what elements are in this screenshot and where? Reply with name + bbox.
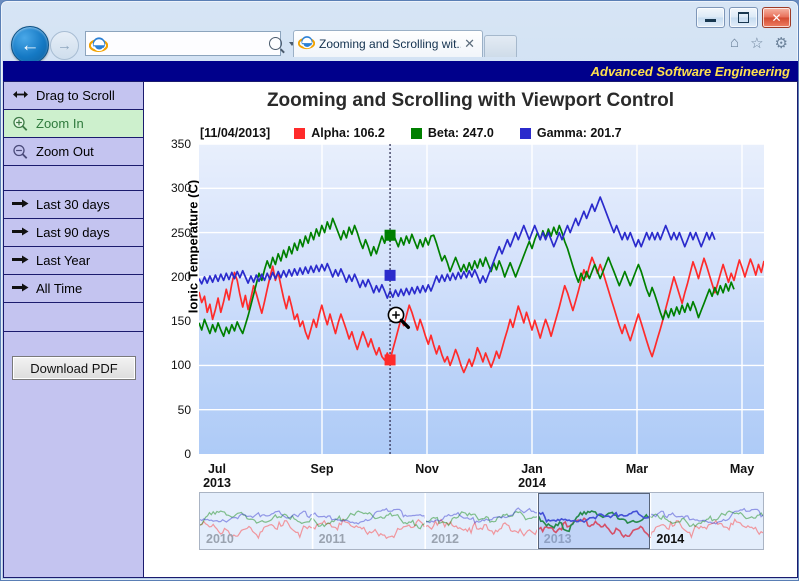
back-arrow-icon: ←: [20, 34, 40, 56]
x-axis-tick: Jan 2014: [518, 462, 546, 490]
arrow-right-icon: [12, 225, 29, 240]
legend-item-gamma: Gamma: 201.7: [519, 126, 622, 140]
download-section: Download PDF: [4, 332, 143, 380]
x-axis-tick: May: [729, 462, 755, 476]
sidebar-divider: [4, 166, 143, 191]
arrow-right-icon: [12, 197, 29, 212]
sidebar-item-label: Zoom In: [36, 116, 84, 131]
address-bar[interactable]: ↻: [85, 31, 314, 56]
sidebar-item-label: All Time: [36, 281, 83, 296]
page-title: Zooming and Scrolling with Viewport Cont…: [266, 90, 675, 111]
arrow-right-icon: [12, 281, 29, 296]
internet-explorer-icon: [88, 35, 109, 53]
viewport-control[interactable]: 2010 2011 2012 2013 2014: [199, 492, 764, 550]
address-input[interactable]: [108, 36, 269, 51]
legend-swatch-beta: [410, 127, 422, 139]
viewport-selection-handle[interactable]: [537, 493, 651, 549]
legend-item-alpha: Alpha: 106.2: [294, 126, 385, 140]
favorites-icon[interactable]: ☆: [750, 34, 763, 52]
y-axis-tick: 300: [170, 181, 191, 196]
sidebar: Drag to Scroll Zoom In Zoom Out Last 30 …: [4, 82, 144, 577]
legend-label-beta: Beta: 247.0: [427, 126, 494, 140]
viewport-year-label: 2012: [431, 532, 459, 546]
sidebar-item-last-90-days[interactable]: Last 90 days: [4, 219, 143, 247]
sidebar-item-label: Zoom Out: [36, 144, 94, 159]
tracker-date: [11/04/2013]: [200, 126, 271, 140]
y-axis-tick: 100: [170, 358, 191, 373]
sidebar-item-label: Last 90 days: [36, 225, 110, 240]
legend-swatch-alpha: [294, 127, 306, 139]
browser-window: ✕ ← → ↻: [0, 0, 799, 581]
brand-banner: Advanced Software Engineering: [3, 61, 798, 81]
x-axis: Jul 2013 Sep Nov Jan 2014 Mar May: [199, 456, 764, 492]
navigation-toolbar: ← → ↻: [1, 26, 798, 64]
sidebar-item-label: Last 30 days: [36, 197, 110, 212]
close-icon: ✕: [771, 10, 782, 25]
y-axis-tick: 200: [170, 269, 191, 284]
home-icon[interactable]: ⌂: [730, 34, 739, 52]
zoom-out-icon: [12, 144, 29, 159]
legend-item-beta: Beta: 247.0: [410, 126, 494, 140]
download-pdf-button[interactable]: Download PDF: [12, 356, 136, 380]
x-axis-tick: Jul 2013: [203, 462, 231, 490]
window-controls: ✕: [696, 7, 791, 28]
tab-title: Zooming and Scrolling wit...: [319, 37, 462, 51]
plot-area[interactable]: [199, 144, 764, 454]
browser-tab[interactable]: Zooming and Scrolling wit... ✕: [293, 30, 483, 57]
sidebar-item-zoom-in[interactable]: Zoom In: [4, 110, 143, 138]
legend-label-alpha: Alpha: 106.2: [311, 126, 385, 140]
legend-swatch-gamma: [519, 127, 531, 139]
chart-area: Zooming and Scrolling with Viewport Cont…: [144, 82, 797, 577]
tab-close-icon[interactable]: ✕: [461, 36, 478, 52]
viewport-year-label: 2010: [206, 532, 234, 546]
sidebar-item-all-time[interactable]: All Time: [4, 275, 143, 303]
sidebar-item-zoom-out[interactable]: Zoom Out: [4, 138, 143, 166]
chart-legend: [11/04/2013] Alpha: 106.2 Beta: 247.0 Ga…: [200, 126, 648, 140]
plot-container: Ionic Temperature (C) 0 50 100 150 200 250 300…: [171, 137, 764, 490]
x-axis-tick: Nov: [415, 462, 439, 476]
tab-favicon-icon: [297, 34, 316, 55]
legend-label-gamma: Gamma: 201.7: [536, 126, 622, 140]
sidebar-item-last-30-days[interactable]: Last 30 days: [4, 191, 143, 219]
tools-gear-icon[interactable]: ⚙: [775, 34, 788, 52]
forward-button[interactable]: →: [50, 31, 79, 60]
y-axis-tick: 0: [184, 447, 191, 461]
close-button[interactable]: ✕: [762, 7, 791, 28]
forward-arrow-icon: →: [57, 37, 72, 54]
browser-tool-icons: ⌂ ☆ ⚙: [730, 34, 788, 52]
page-content: Drag to Scroll Zoom In Zoom Out Last 30 …: [3, 81, 798, 578]
chart-svg: [199, 144, 764, 454]
y-axis: 0 50 100 150 200 250 300 350: [151, 137, 195, 461]
brand-text: Advanced Software Engineering: [590, 63, 790, 79]
new-tab-button[interactable]: [484, 35, 517, 57]
sidebar-divider: [4, 303, 143, 332]
y-axis-tick: 250: [170, 225, 191, 240]
title-bar: ✕: [1, 1, 798, 28]
sidebar-item-last-year[interactable]: Last Year: [4, 247, 143, 275]
maximize-button[interactable]: [729, 7, 758, 28]
search-icon[interactable]: [269, 37, 282, 50]
y-axis-tick: 150: [170, 314, 191, 329]
sidebar-item-drag-to-scroll[interactable]: Drag to Scroll: [4, 82, 143, 110]
sidebar-item-label: Drag to Scroll: [36, 88, 115, 103]
minimize-button[interactable]: [696, 7, 725, 28]
x-axis-tick: Mar: [625, 462, 649, 476]
y-axis-tick: 50: [177, 402, 191, 417]
viewport-year-label: 2011: [318, 532, 346, 546]
viewport-year-label: 2014: [656, 532, 685, 546]
sidebar-item-label: Last Year: [36, 253, 91, 268]
y-axis-tick: 350: [170, 137, 191, 151]
drag-horizontal-icon: [12, 88, 29, 103]
arrow-right-icon: [12, 253, 29, 268]
x-axis-tick: Sep: [310, 462, 334, 476]
back-button[interactable]: ←: [11, 26, 49, 64]
zoom-in-icon: [12, 116, 29, 131]
